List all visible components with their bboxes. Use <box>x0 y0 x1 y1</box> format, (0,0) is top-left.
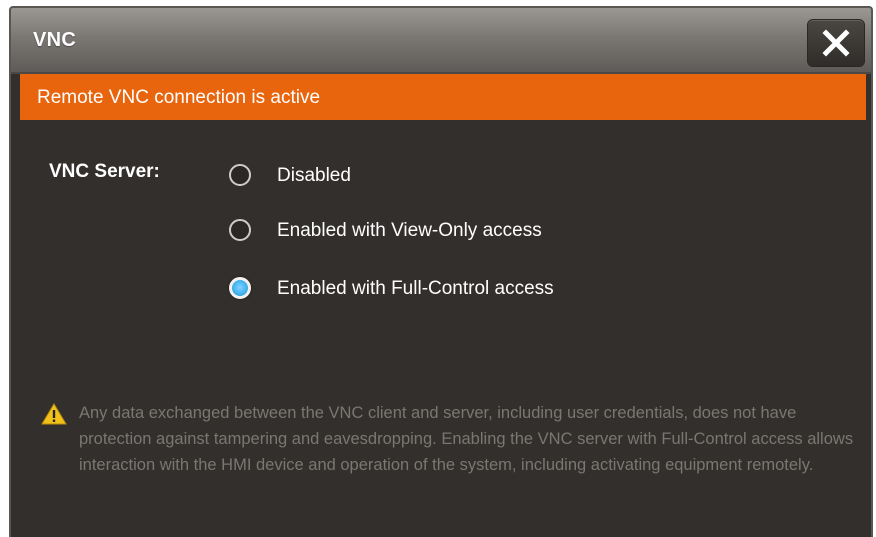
status-banner: Remote VNC connection is active <box>20 74 866 120</box>
radio-button-selected[interactable] <box>229 277 251 299</box>
status-banner-text: Remote VNC connection is active <box>37 87 321 108</box>
radio-label: Enabled with View-Only access <box>277 220 542 241</box>
close-icon <box>822 29 850 57</box>
warning-icon <box>41 403 67 425</box>
radio-option-view-only[interactable]: Enabled with View-Only access <box>225 217 645 247</box>
vnc-dialog: VNC Remote VNC connection is active VNC … <box>9 6 873 537</box>
warning-text: Any data exchanged between the VNC clien… <box>79 404 854 474</box>
vnc-server-label: VNC Server: <box>49 161 160 182</box>
title-bar: VNC <box>11 8 871 74</box>
radio-button[interactable] <box>229 219 251 241</box>
radio-label: Disabled <box>277 165 351 186</box>
radio-option-disabled[interactable]: Disabled <box>225 162 645 192</box>
dialog-title: VNC <box>33 29 77 51</box>
radio-label: Enabled with Full-Control access <box>277 278 554 299</box>
radio-option-full-control[interactable]: Enabled with Full-Control access <box>225 275 645 305</box>
radio-button[interactable] <box>229 164 251 186</box>
close-button[interactable] <box>807 19 865 67</box>
